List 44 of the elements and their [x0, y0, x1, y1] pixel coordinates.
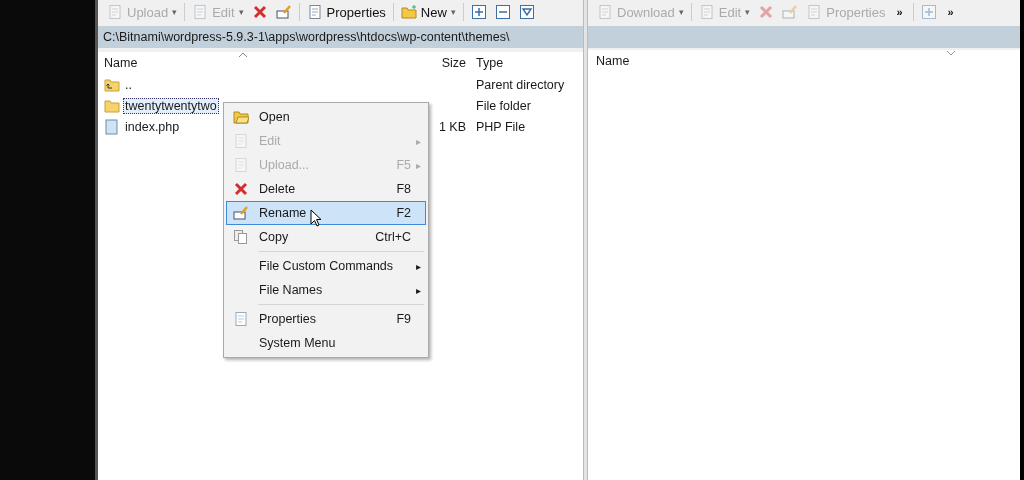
menu-item[interactable]: File Names ▸	[226, 278, 426, 302]
document-icon	[597, 4, 613, 20]
overflow-button[interactable]: »	[941, 4, 960, 20]
rename-icon	[233, 205, 249, 221]
document-icon	[233, 133, 249, 149]
file-name[interactable]: index.php	[123, 118, 182, 135]
file-name[interactable]: twentytwentytwo	[123, 97, 219, 114]
overflow-button[interactable]: »	[890, 4, 909, 20]
file-icon	[104, 118, 120, 135]
folder-icon	[233, 109, 249, 125]
column-header[interactable]: Type	[472, 56, 504, 70]
document-icon	[107, 4, 123, 20]
document-icon	[233, 157, 249, 173]
document-icon	[698, 4, 715, 20]
copy-icon	[233, 229, 249, 245]
column-header[interactable]: Name	[588, 54, 630, 68]
folder-icon	[400, 4, 417, 20]
column-header[interactable]: Name	[98, 56, 394, 70]
mouse-cursor-icon	[310, 209, 322, 227]
file-type: Parent directory	[475, 77, 565, 92]
toolbar-button[interactable]: New ▾	[397, 2, 459, 22]
file-name[interactable]: ..	[123, 76, 134, 93]
file-type: File folder	[475, 98, 531, 113]
path-bar: C:\Bitnami\wordpress-5.9.3-1\apps\wordpress\htdocs\wp-content\themes\	[98, 26, 583, 48]
menu-item[interactable]: File Custom Commands ▸	[226, 254, 426, 278]
menu-item[interactable]: Properties F9	[226, 307, 426, 331]
toolbar-button[interactable]: Properties	[303, 2, 389, 22]
menu-item[interactable]: Copy Ctrl+C	[226, 225, 426, 249]
document-icon	[306, 4, 323, 20]
document-icon	[192, 4, 209, 20]
file-size: 1 KB	[438, 119, 466, 134]
chevron-icon	[946, 50, 956, 56]
column-header[interactable]: Size	[394, 56, 472, 70]
document-icon	[233, 311, 249, 327]
folder-icon	[104, 76, 120, 93]
document-icon	[806, 4, 823, 20]
splitter[interactable]	[583, 0, 588, 480]
delete-icon	[233, 181, 249, 197]
menu-item[interactable]: System Menu	[226, 331, 426, 355]
menu-item[interactable]: Rename F2	[226, 201, 426, 225]
folder-icon	[104, 97, 120, 114]
menu-item[interactable]: Delete F8	[226, 177, 426, 201]
menu-item[interactable]: Open	[226, 105, 426, 129]
file-type: PHP File	[475, 119, 526, 134]
